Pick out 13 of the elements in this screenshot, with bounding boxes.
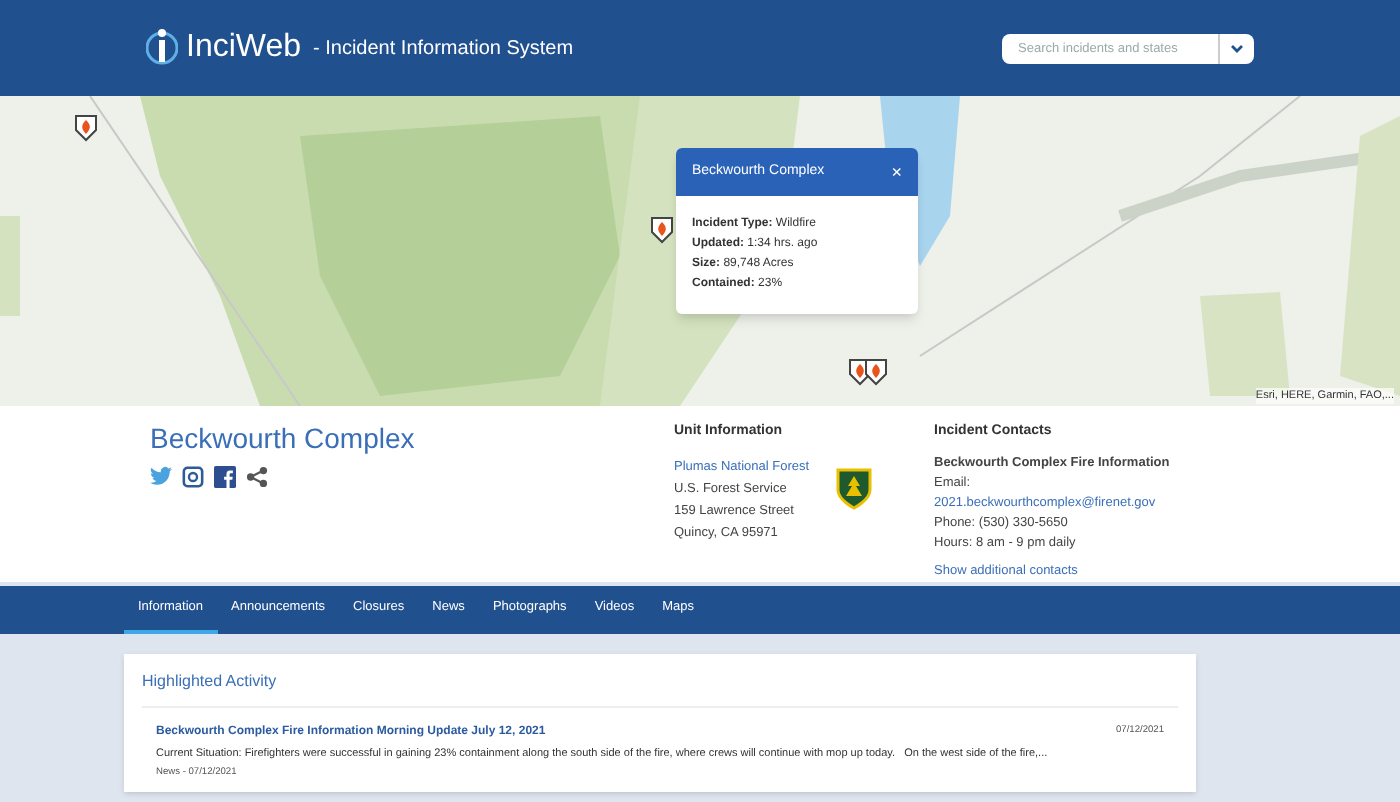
share-icon[interactable] [246,465,268,487]
card-heading: Highlighted Activity [142,670,279,694]
dropdown-button[interactable] [1218,33,1254,63]
instagram-icon[interactable] [182,465,204,487]
brand-name: InciWeb [186,28,302,68]
chevron-down-icon [1230,43,1244,53]
shield-logo-icon [833,465,874,509]
incident-title: Beckwourth Complex [150,422,417,457]
site-subtitle: - Incident Information System [313,35,574,63]
facebook-icon[interactable] [214,465,236,487]
close-button[interactable]: × [891,163,902,181]
logo-icon [146,26,178,70]
twitter-icon[interactable] [150,466,172,486]
